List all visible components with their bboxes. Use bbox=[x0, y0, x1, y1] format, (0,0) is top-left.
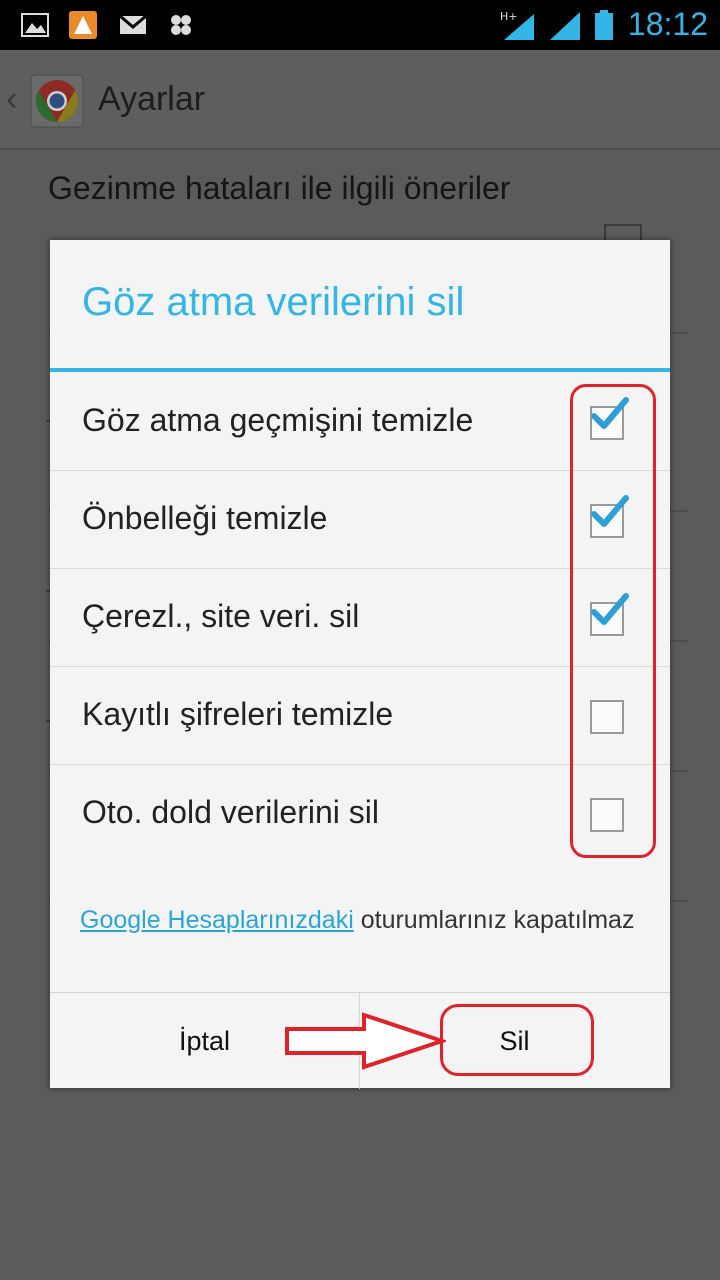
option-label: Oto. dold verilerini sil bbox=[82, 794, 379, 830]
option-label: Önbelleği temizle bbox=[82, 500, 328, 536]
setting-title: Gezinme hataları ile ilgili öneriler bbox=[48, 170, 511, 206]
annotation-arrow-icon bbox=[285, 1012, 446, 1070]
option-label: Göz atma geçmişini temizle bbox=[82, 402, 474, 438]
back-chevron-icon[interactable]: ‹ bbox=[6, 80, 17, 119]
footer-note-text: oturumlarınız kapatılmaz bbox=[353, 906, 635, 934]
dialog-title: Göz atma verilerini sil bbox=[82, 280, 465, 324]
clock: 18:12 bbox=[627, 6, 708, 42]
signal-hplus-icon: H+ bbox=[500, 10, 534, 40]
annotation-sil-highlight bbox=[440, 1004, 594, 1076]
bug-icon bbox=[171, 15, 191, 35]
action-bar-title: Ayarlar bbox=[98, 80, 206, 118]
google-accounts-link[interactable]: Google Hesaplarınızdaki bbox=[80, 906, 354, 934]
app-icon bbox=[69, 11, 97, 39]
signal-2-icon bbox=[550, 12, 580, 40]
option-label: Çerezl., site veri. sil bbox=[82, 598, 360, 634]
gmail-icon bbox=[119, 14, 147, 34]
battery-icon bbox=[595, 10, 613, 40]
status-bar: H+ 18:12 bbox=[0, 0, 720, 50]
option-label: Kayıtlı şifreleri temizle bbox=[82, 696, 394, 732]
svg-text:H+: H+ bbox=[500, 10, 518, 23]
action-bar: ‹ Ayarlar bbox=[0, 50, 720, 150]
footer-note: Google Hesaplarınızdaki oturumlarınız ka… bbox=[80, 902, 640, 938]
gallery-icon bbox=[21, 13, 49, 37]
chrome-logo-icon[interactable] bbox=[30, 74, 84, 128]
annotation-checkbox-highlight bbox=[570, 384, 656, 858]
